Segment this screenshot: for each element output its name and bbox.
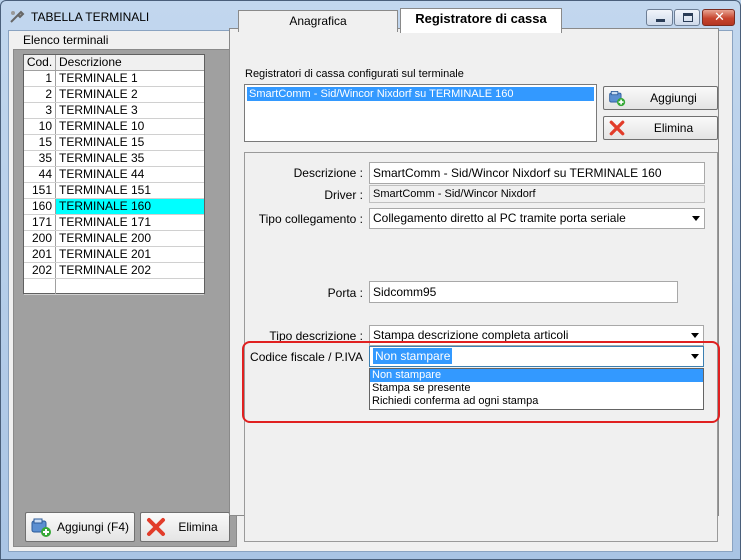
porta-field[interactable]: Sidcomm95 — [369, 281, 678, 303]
terminal-list-panel: Cod. Descrizione 1 TERMINALE 1 2 TERMINALE … — [13, 49, 237, 547]
grid-header: Cod. Descrizione — [24, 55, 204, 71]
tipo-collegamento-label: Tipo collegamento : — [258, 212, 363, 226]
cell-descrizione: TERMINALE 35 — [59, 151, 145, 165]
table-row[interactable]: 35 TERMINALE 35 — [24, 151, 204, 167]
table-row[interactable]: 200 TERMINALE 200 — [24, 231, 204, 247]
cell-cod: 35 — [24, 151, 56, 166]
terminal-grid[interactable]: Cod. Descrizione 1 TERMINALE 1 2 TERMINALE … — [23, 54, 205, 295]
table-row[interactable]: 44 TERMINALE 44 — [24, 167, 204, 183]
cell-descrizione: TERMINALE 10 — [59, 119, 145, 133]
delete-x-icon — [608, 119, 630, 141]
registratori-list[interactable]: SmartComm - Sid/Wincor Nixdorf su TERMIN… — [244, 84, 597, 142]
add-register-icon — [30, 516, 52, 538]
driver-label: Driver : — [324, 188, 363, 202]
chevron-down-icon — [692, 216, 700, 221]
cell-cod: 160 — [24, 199, 56, 214]
add-terminal-button[interactable]: Aggiungi (F4) — [25, 512, 135, 542]
maximize-icon — [683, 13, 693, 22]
table-row[interactable]: 15 TERMINALE 15 — [24, 135, 204, 151]
close-button[interactable]: ✕ — [702, 9, 735, 26]
terminal-tools-icon — [9, 9, 25, 25]
delete-terminal-label: Elimina — [178, 520, 218, 534]
add-terminal-label: Aggiungi (F4) — [56, 520, 130, 534]
tab-anagrafica[interactable]: Anagrafica — [238, 10, 398, 32]
cell-cod: 3 — [24, 103, 56, 118]
tipo-collegamento-select[interactable]: Collegamento diretto al PC tramite porta… — [369, 208, 705, 229]
delete-terminal-button[interactable]: Elimina — [140, 512, 230, 542]
tab-registratore-di-cassa[interactable]: Registratore di cassa — [400, 8, 562, 33]
registratori-label: Registratori di cassa configurati sul te… — [245, 68, 464, 80]
minimize-icon — [656, 19, 665, 22]
cell-cod: 1 — [24, 71, 56, 86]
cell-cod: 10 — [24, 119, 56, 134]
terminal-list-label: Elenco terminali — [23, 33, 109, 47]
cell-descrizione: TERMINALE 44 — [59, 167, 145, 181]
cell-cod: 201 — [24, 247, 56, 262]
descrizione-field[interactable]: SmartComm - Sid/Wincor Nixdorf su TERMIN… — [369, 162, 705, 184]
window-title: TABELLA TERMINALI — [31, 10, 150, 24]
delete-registratore-label: Elimina — [653, 121, 694, 135]
cell-descrizione: TERMINALE 201 — [59, 247, 152, 261]
delete-x-icon — [145, 516, 167, 538]
cell-cod: 200 — [24, 231, 56, 246]
table-row[interactable]: 171 TERMINALE 171 — [24, 215, 204, 231]
chevron-down-icon — [691, 333, 699, 338]
cell-descrizione: TERMINALE 15 — [59, 135, 145, 149]
table-row[interactable]: 1 TERMINALE 1 — [24, 71, 204, 87]
table-row[interactable]: 201 TERMINALE 201 — [24, 247, 204, 263]
add-registratore-label: Aggiungi — [650, 91, 697, 105]
cell-descrizione: TERMINALE 3 — [59, 103, 138, 117]
tipo-descrizione-value: Stampa descrizione completa articoli — [373, 328, 569, 342]
cell-cod: 44 — [24, 167, 56, 182]
cell-cod: 15 — [24, 135, 56, 150]
table-row[interactable]: 160 TERMINALE 160 — [24, 199, 204, 215]
add-register-icon — [608, 89, 630, 111]
porta-label: Porta : — [327, 286, 363, 300]
tipo-collegamento-value: Collegamento diretto al PC tramite porta… — [373, 211, 626, 225]
annotation-highlight — [242, 341, 720, 423]
cell-descrizione: TERMINALE 202 — [59, 263, 152, 277]
column-header-cod[interactable]: Cod. — [24, 55, 56, 70]
cell-cod: 171 — [24, 215, 56, 230]
add-registratore-button[interactable]: Aggiungi — [603, 86, 718, 110]
cell-descrizione: TERMINALE 171 — [59, 215, 152, 229]
close-icon: ✕ — [714, 10, 725, 25]
grid-empty-row[interactable] — [24, 279, 204, 295]
cell-descrizione: TERMINALE 151 — [59, 183, 152, 197]
table-row[interactable]: 2 TERMINALE 2 — [24, 87, 204, 103]
maximize-button[interactable] — [674, 9, 700, 26]
cell-cod: 2 — [24, 87, 56, 102]
cell-descrizione: TERMINALE 2 — [59, 87, 138, 101]
table-row[interactable]: 10 TERMINALE 10 — [24, 119, 204, 135]
registratore-item[interactable]: SmartComm - Sid/Wincor Nixdorf su TERMIN… — [247, 87, 594, 101]
table-row[interactable]: 3 TERMINALE 3 — [24, 103, 204, 119]
table-row[interactable]: 151 TERMINALE 151 — [24, 183, 204, 199]
driver-field: SmartComm - Sid/Wincor Nixdorf — [369, 185, 705, 203]
delete-registratore-button[interactable]: Elimina — [603, 116, 718, 140]
cell-cod: 202 — [24, 263, 56, 278]
cell-cod: 151 — [24, 183, 56, 198]
minimize-button[interactable] — [646, 9, 673, 26]
cell-descrizione: TERMINALE 1 — [59, 71, 138, 85]
descrizione-label: Descrizione : — [293, 166, 363, 180]
cell-descrizione: TERMINALE 200 — [59, 231, 152, 245]
grid-body: 1 TERMINALE 1 2 TERMINALE 2 3 TERMINALE 3 10 TE… — [24, 71, 204, 279]
cell-descrizione: TERMINALE 160 — [56, 199, 204, 214]
column-header-descrizione[interactable]: Descrizione — [56, 55, 204, 70]
table-row[interactable]: 202 TERMINALE 202 — [24, 263, 204, 279]
